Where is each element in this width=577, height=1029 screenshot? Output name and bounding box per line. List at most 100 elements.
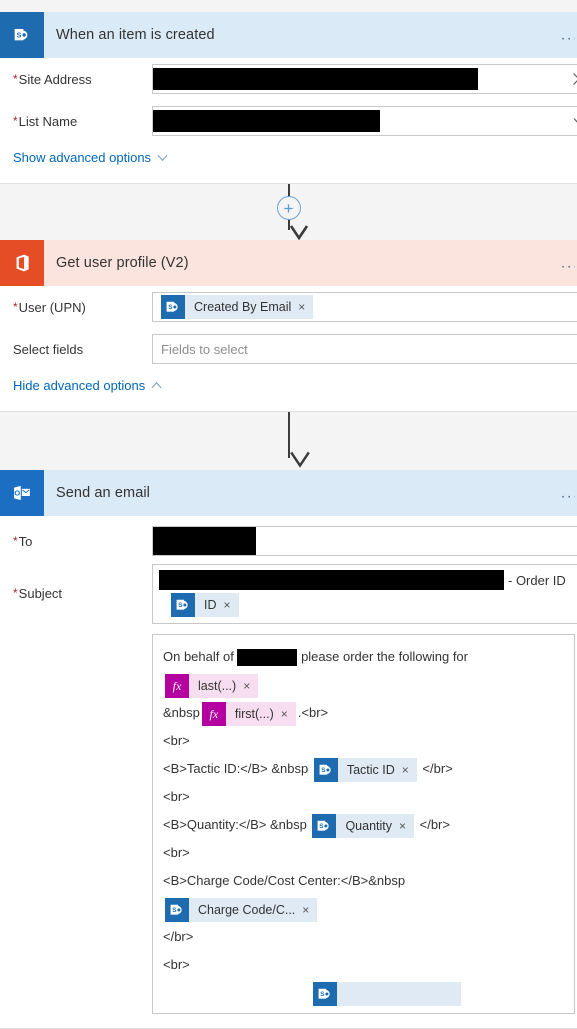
field-label-user-upn: *User (UPN): [0, 292, 152, 315]
sharepoint-icon: S: [0, 12, 44, 58]
connector-1: [0, 184, 577, 240]
dynamic-token[interactable]: S Tactic ID×: [314, 758, 417, 782]
field-row-email-body: On behalf of please order the following …: [0, 630, 577, 1020]
remove-token-icon[interactable]: ×: [302, 896, 317, 924]
field-row-to: *To: [0, 516, 577, 562]
card-header-when-an-item-is-created[interactable]: S When an item is created ...: [0, 12, 577, 58]
subject-input[interactable]: - Order ID S ID ×: [152, 564, 577, 624]
dynamic-token-id[interactable]: S ID ×: [171, 593, 239, 617]
dynamic-token[interactable]: S Charge Code/C...×: [165, 898, 317, 922]
token-label: Tactic ID: [338, 756, 402, 784]
token-label: last(...): [189, 672, 243, 700]
token-label: Charge Code/C...: [189, 896, 302, 924]
expression-token[interactable]: fxlast(...)×: [165, 674, 258, 698]
card-title: Send an email: [56, 485, 150, 501]
card-body-get-user-profile: *User (UPN) S Created By Email ×: [0, 286, 577, 411]
chevron-down-icon[interactable]: [572, 114, 577, 128]
email-body-line: <br>: [163, 839, 564, 867]
svg-text:S: S: [178, 602, 183, 609]
svg-text:O: O: [14, 489, 20, 498]
field-control-to: [152, 526, 577, 556]
email-body-text: <B>Quantity:</B> &nbsp: [163, 817, 310, 832]
email-body-line: On behalf of please order the following …: [163, 643, 564, 699]
required-asterisk: *: [13, 534, 18, 548]
select-fields-input[interactable]: Fields to select: [152, 334, 577, 364]
email-body-text: please order the following for: [297, 649, 468, 664]
svg-text:S: S: [321, 767, 326, 774]
flow-card-trigger[interactable]: S When an item is created ... *Site Addr…: [0, 12, 577, 184]
field-label-subject: *Subject: [0, 564, 152, 601]
canvas-top-strip: [0, 0, 577, 12]
dynamic-token[interactable]: S: [313, 982, 461, 1006]
chevron-down-icon: [157, 152, 168, 163]
list-name-dropdown[interactable]: [152, 106, 577, 136]
user-upn-input[interactable]: S Created By Email ×: [152, 292, 577, 322]
svg-text:S: S: [172, 907, 177, 914]
token-label: ID: [195, 598, 224, 612]
remove-token-icon[interactable]: ×: [243, 672, 258, 700]
email-body-line: <B>Quantity:</B> &nbsp SQuantity× </br>: [163, 811, 564, 839]
subject-suffix: - Order ID: [508, 573, 566, 588]
required-asterisk: *: [13, 300, 18, 314]
clear-icon[interactable]: [572, 72, 577, 86]
token-label: Created By Email: [185, 300, 298, 314]
remove-token-icon[interactable]: ×: [399, 812, 414, 840]
field-row-user-upn: *User (UPN) S Created By Email ×: [0, 286, 577, 328]
flow-card-get-user-profile[interactable]: Get user profile (V2) ... *User (UPN) S …: [0, 240, 577, 412]
remove-token-icon[interactable]: ×: [281, 700, 296, 728]
field-control-user-upn: S Created By Email ×: [152, 292, 577, 322]
field-label-select-fields: Select fields: [0, 334, 152, 357]
email-body-line: <B>Tactic ID:</B> &nbsp STactic ID× </br…: [163, 755, 564, 783]
sharepoint-icon: S: [161, 295, 185, 319]
outlook-icon: O: [0, 470, 44, 516]
sharepoint-icon: S: [314, 758, 338, 782]
field-control-site-address: [152, 64, 577, 94]
email-body-line: <br>: [163, 727, 564, 755]
subject-line-token: S ID ×: [159, 591, 577, 619]
email-body-text: </br>: [163, 929, 193, 944]
to-input[interactable]: [152, 526, 577, 556]
email-body-text: .<br>: [298, 705, 328, 720]
site-address-input[interactable]: [152, 64, 577, 94]
remove-token-icon[interactable]: ×: [224, 598, 239, 612]
card-title: Get user profile (V2): [56, 255, 189, 271]
insert-step-button[interactable]: [277, 196, 301, 220]
fx-icon: fx: [202, 702, 226, 726]
email-body-editor[interactable]: On behalf of please order the following …: [152, 634, 575, 1014]
email-body-text: </br>: [419, 761, 453, 776]
email-body-line: <br>: [163, 951, 564, 979]
office365-icon: [0, 240, 44, 286]
field-row-list-name: *List Name: [0, 100, 577, 142]
hide-advanced-options-toggle[interactable]: Hide advanced options: [0, 370, 162, 403]
field-label-site-address: *Site Address: [0, 64, 152, 87]
email-body-text: <br>: [163, 733, 190, 748]
subject-line-redacted: - Order ID: [159, 569, 577, 591]
card-overflow-menu-icon[interactable]: ...: [561, 28, 575, 43]
card-header-send-an-email[interactable]: O Send an email ...: [0, 470, 577, 516]
card-overflow-menu-icon[interactable]: ...: [561, 256, 575, 271]
svg-text:S: S: [168, 304, 173, 311]
remove-token-icon[interactable]: ×: [402, 756, 417, 784]
redacted-value: [237, 649, 297, 666]
flow-card-send-an-email[interactable]: O Send an email ... *To: [0, 470, 577, 1029]
field-row-site-address: *Site Address: [0, 58, 577, 100]
card-header-get-user-profile[interactable]: Get user profile (V2) ...: [0, 240, 577, 286]
email-body-line: <B>Charge Code/Cost Center:</B>&nbsp SCh…: [163, 867, 564, 923]
card-title: When an item is created: [56, 27, 215, 43]
svg-text:S: S: [320, 991, 325, 998]
field-row-subject: *Subject - Order ID S: [0, 562, 577, 630]
dynamic-token[interactable]: SQuantity×: [312, 814, 414, 838]
required-asterisk: *: [13, 72, 18, 86]
sharepoint-icon: S: [312, 814, 336, 838]
sharepoint-icon: S: [171, 593, 195, 617]
dynamic-token-created-by-email[interactable]: S Created By Email ×: [161, 295, 313, 319]
field-control-select-fields: Fields to select: [152, 334, 577, 364]
remove-token-icon[interactable]: ×: [298, 300, 313, 314]
required-asterisk: *: [13, 586, 18, 600]
email-body-text: <br>: [163, 845, 190, 860]
advanced-toggle-label: Show advanced options: [13, 150, 151, 165]
redacted-value: [153, 68, 478, 90]
card-overflow-menu-icon[interactable]: ...: [561, 486, 575, 501]
show-advanced-options-toggle[interactable]: Show advanced options: [0, 142, 168, 175]
expression-token[interactable]: fxfirst(...)×: [202, 702, 296, 726]
